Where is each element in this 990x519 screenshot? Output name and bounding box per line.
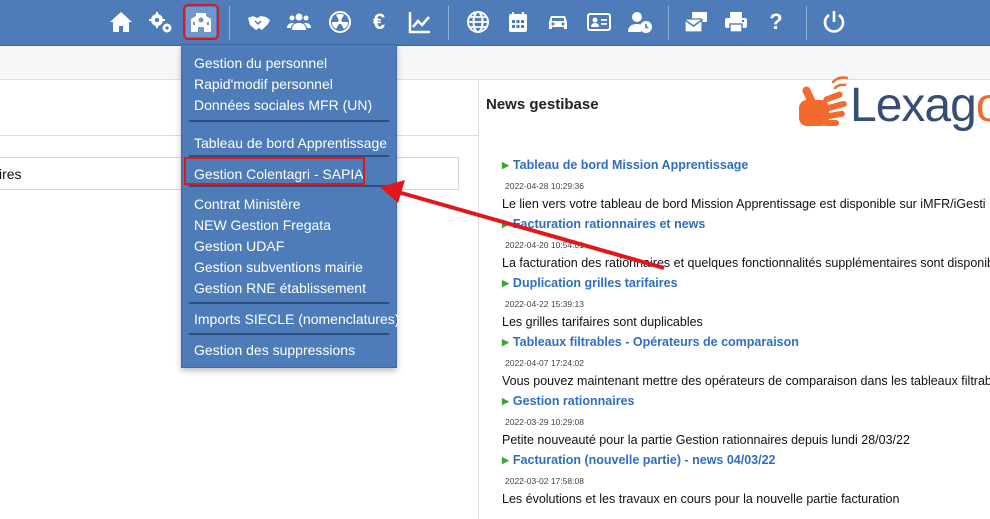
globe-icon[interactable] xyxy=(463,7,493,37)
highlight-box xyxy=(184,157,365,185)
news-item: ▶ Gestion rationnaires 2022-03-29 10:29:0… xyxy=(502,394,990,453)
school-icon[interactable] xyxy=(183,4,219,40)
menu-item-gestion-udaf[interactable]: Gestion UDAF xyxy=(194,237,284,255)
home-icon[interactable] xyxy=(106,7,136,37)
news-item-date: 2022-04-22 15:39:13 xyxy=(505,299,584,309)
news-item-date: 2022-03-02 17:58:08 xyxy=(505,476,584,486)
news-item-description: Le lien vers votre tableau de bord Missi… xyxy=(502,197,986,211)
top-toolbar: € ? xyxy=(0,0,990,46)
lexago-logo-text: Lexago xyxy=(850,79,990,132)
menu-separator xyxy=(189,185,389,187)
gears-icon[interactable] xyxy=(146,7,176,37)
users-icon[interactable] xyxy=(284,7,314,37)
help-icon[interactable]: ? xyxy=(761,7,791,37)
news-item-link[interactable]: ▶ Tableau de bord Mission Apprentissage xyxy=(502,158,748,172)
news-title: News gestibase xyxy=(486,96,599,113)
news-item-date: 2022-03-29 10:29:08 xyxy=(505,417,584,427)
news-item: ▶ Tableaux filtrables - Opérateurs de com… xyxy=(502,335,990,394)
news-item-link[interactable]: ▶ Tableaux filtrables - Opérateurs de com… xyxy=(502,335,799,349)
handshake-icon[interactable] xyxy=(244,7,274,37)
toolbar-separator xyxy=(806,6,807,40)
news-item-date: 2022-04-07 17:24:02 xyxy=(505,358,584,368)
menu-separator xyxy=(189,120,389,122)
lexago-hand-icon xyxy=(799,76,849,126)
printer-icon[interactable] xyxy=(721,7,751,37)
news-item-link[interactable]: ▶ Facturation rationnaires et news xyxy=(502,217,705,231)
toolbar-separator xyxy=(448,6,449,40)
menu-item-rapid-modif[interactable]: Rapid'modif personnel xyxy=(194,75,333,93)
radiation-icon[interactable] xyxy=(325,7,355,37)
toolbar-separator xyxy=(229,6,230,40)
menu-separator xyxy=(189,333,389,335)
left-panel-field-text: ires xyxy=(0,166,22,182)
toolbar-separator xyxy=(668,6,669,40)
news-item: ▶ Tableau de bord Mission Apprentissage 2… xyxy=(502,158,990,217)
bullet-triangle-icon: ▶ xyxy=(502,278,509,288)
calendar-icon[interactable] xyxy=(503,7,533,37)
bullet-triangle-icon: ▶ xyxy=(502,337,509,347)
news-item-description: Vous pouvez maintenant mettre des opérat… xyxy=(502,374,990,388)
menu-item-gestion-fregata[interactable]: NEW Gestion Fregata xyxy=(194,216,331,234)
news-item: ▶ Facturation rationnaires et news 2022-0… xyxy=(502,217,990,276)
chart-line-icon[interactable] xyxy=(405,7,435,37)
menu-item-gestion-suppressions[interactable]: Gestion des suppressions xyxy=(194,341,355,359)
news-item-date: 2022-04-28 10:29:36 xyxy=(505,181,584,191)
establishment-dropdown-menu: Gestion du personnel Rapid'modif personn… xyxy=(181,44,399,368)
news-list: ▶ Tableau de bord Mission Apprentissage 2… xyxy=(502,158,990,512)
news-item-description: Les évolutions et les travaux en cours p… xyxy=(502,492,900,506)
news-item: ▶ Duplication grilles tarifaires 2022-04-… xyxy=(502,276,990,335)
bullet-triangle-icon: ▶ xyxy=(502,160,509,170)
power-icon[interactable] xyxy=(819,7,849,37)
news-item-link[interactable]: ▶ Duplication grilles tarifaires xyxy=(502,276,678,290)
menu-item-subventions-mairie[interactable]: Gestion subventions mairie xyxy=(194,258,363,276)
news-item-link[interactable]: ▶ Gestion rationnaires xyxy=(502,394,634,408)
user-clock-icon[interactable] xyxy=(625,7,655,37)
news-item-description: Petite nouveauté pour la partie Gestion … xyxy=(502,433,910,447)
menu-item-gestion-rne[interactable]: Gestion RNE établissement xyxy=(194,279,366,297)
menu-item-donnees-sociales[interactable]: Données sociales MFR (UN) xyxy=(194,96,372,114)
news-item-description: Les grilles tarifaires sont duplicables xyxy=(502,315,703,329)
id-card-icon[interactable] xyxy=(584,7,614,37)
menu-item-contrat-ministere[interactable]: Contrat Ministère xyxy=(194,195,301,213)
menu-item-imports-siecle[interactable]: Imports SIECLE (nomenclatures) xyxy=(194,310,399,328)
mail-bulk-icon[interactable] xyxy=(681,7,711,37)
car-icon[interactable] xyxy=(543,7,573,37)
news-item-description: La facturation des rationnaires et quelq… xyxy=(502,256,990,270)
menu-item-tableau-bord[interactable]: Tableau de bord Apprentissage xyxy=(194,134,387,152)
menu-item-gestion-personnel[interactable]: Gestion du personnel xyxy=(194,54,327,72)
lexago-logo: Lexago xyxy=(795,72,990,138)
euro-icon[interactable]: € xyxy=(364,7,394,37)
bullet-triangle-icon: ▶ xyxy=(502,219,509,229)
bullet-triangle-icon: ▶ xyxy=(502,455,509,465)
news-item: ▶ Facturation (nouvelle partie) - news 04… xyxy=(502,453,990,512)
news-item-date: 2022-04-20 10:54:01 xyxy=(505,240,584,250)
menu-separator xyxy=(189,302,389,304)
news-item-link[interactable]: ▶ Facturation (nouvelle partie) - news 04… xyxy=(502,453,776,467)
bullet-triangle-icon: ▶ xyxy=(502,396,509,406)
